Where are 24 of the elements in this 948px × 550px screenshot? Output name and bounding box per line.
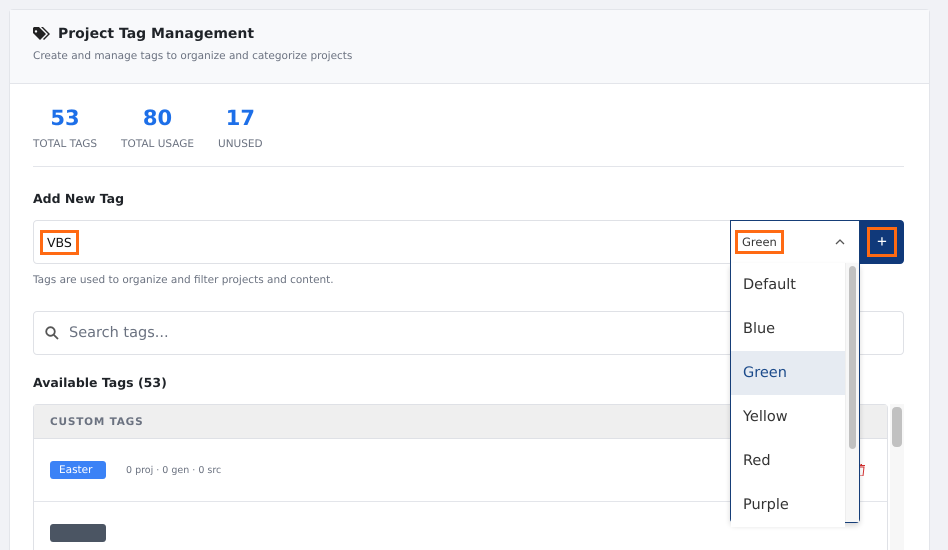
scrollbar-thumb[interactable]: [892, 407, 902, 447]
add-tag-button[interactable]: +: [860, 220, 904, 264]
search-icon: [45, 326, 59, 340]
stat-label: TOTAL TAGS: [33, 138, 98, 150]
section-heading: Available Tags (53): [33, 375, 168, 390]
tag-badge[interactable]: Easter: [50, 461, 106, 479]
caret-up-icon: [835, 239, 845, 245]
page-subtitle: Create and manage tags to organize and categorize projects: [33, 50, 354, 62]
section-heading: Add New Tag: [33, 191, 126, 206]
page-title: Project Tag Management: [58, 26, 254, 42]
tag-name-field[interactable]: VBS: [42, 232, 77, 252]
tag-usage-text: 0 proj · 0 gen · 0 src: [126, 464, 222, 476]
selected-color-text: Green: [737, 232, 782, 252]
help-text: Tags are used to organize and filter projects and content.: [33, 274, 334, 286]
tag-badge[interactable]: [50, 524, 106, 542]
tags-icon: [33, 27, 50, 41]
color-option[interactable]: Green: [731, 351, 845, 395]
stat-value: 53: [50, 106, 80, 130]
stat-value: 17: [226, 106, 255, 130]
stat-value: 80: [142, 106, 172, 130]
color-option[interactable]: Default: [731, 263, 845, 307]
stat-label: TOTAL USAGE: [121, 138, 194, 150]
stat-label: UNUSED: [218, 138, 263, 150]
scrollbar-thumb[interactable]: [849, 266, 856, 449]
